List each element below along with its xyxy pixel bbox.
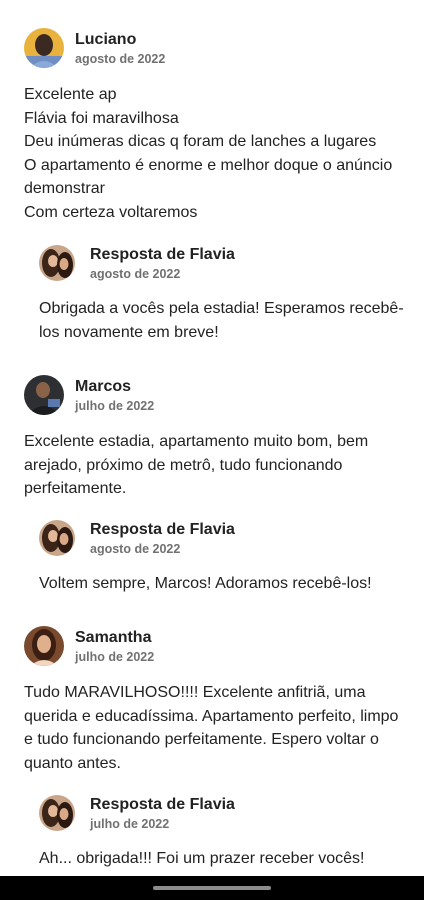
host-reply: Resposta de Flavia julho de 2022 Ah... o… [39,795,408,871]
reply-text: Voltem sempre, Marcos! Adoramos recebê-l… [39,575,372,592]
reply-header: Resposta de Flavia agosto de 2022 [39,245,408,281]
review-date: agosto de 2022 [75,51,166,66]
reviewer-header: Luciano agosto de 2022 [24,28,408,68]
reply-date: agosto de 2022 [90,266,181,281]
reviewer-avatar[interactable] [24,626,64,666]
host-reply: Resposta de Flavia agosto de 2022 Obriga… [39,245,408,344]
reviewer-avatar[interactable] [24,375,64,415]
reviewer-name: Luciano [75,30,137,48]
reviewer-name: Samantha [75,628,152,646]
reviewer-name: Marcos [75,377,132,395]
review-text: Tudo MARAVILHOSO!!!! Excelente anfitriã,… [24,684,399,772]
reply-title: Resposta de Flavia [90,795,235,813]
review-item: Marcos julho de 2022 Excelente estadia, … [24,375,408,501]
reply-text: Obrigada a vocês pela estadia! Esperamos… [39,300,404,341]
reply-text: Ah... obrigada!!! Foi um prazer receber … [39,850,365,867]
review-item: Samantha julho de 2022 Tudo MARAVILHOSO!… [24,626,408,775]
home-indicator[interactable] [153,886,271,890]
reviewer-header: Samantha julho de 2022 [24,626,408,666]
host-reply: Resposta de Flavia agosto de 2022 Voltem… [39,520,408,596]
host-avatar[interactable] [39,795,75,831]
host-avatar[interactable] [39,245,75,281]
reply-title: Resposta de Flavia [90,520,235,538]
review-item: Luciano agosto de 2022 Excelente ap Fláv… [24,28,408,225]
reply-header: Resposta de Flavia julho de 2022 [39,795,408,831]
review-text: Excelente estadia, apartamento muito bom… [24,433,369,498]
host-avatar[interactable] [39,520,75,556]
reply-date: agosto de 2022 [90,541,181,556]
reply-title: Resposta de Flavia [90,245,235,263]
reply-date: julho de 2022 [90,816,170,831]
reviewer-avatar[interactable] [24,28,64,68]
reviewer-header: Marcos julho de 2022 [24,375,408,415]
review-date: julho de 2022 [75,398,155,413]
review-date: julho de 2022 [75,649,155,664]
reply-header: Resposta de Flavia agosto de 2022 [39,520,408,556]
review-text: Excelente ap Flávia foi maravilhosa Deu … [24,86,393,221]
